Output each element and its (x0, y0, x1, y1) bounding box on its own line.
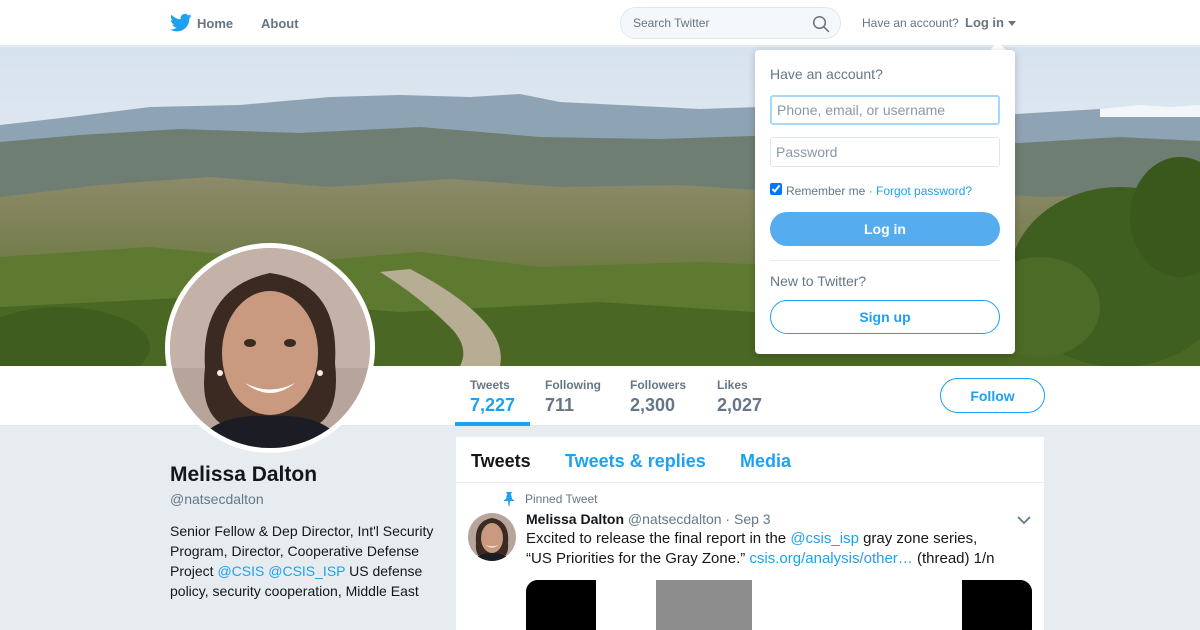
tweet-media-image (526, 580, 1032, 630)
tweet-avatar[interactable] (468, 513, 516, 561)
active-stat-underline (455, 422, 530, 426)
nav-home-link[interactable]: Home (197, 16, 233, 31)
tweet-text-part: (thread) 1/n (912, 550, 995, 567)
remember-me-label[interactable]: Remember me (786, 184, 865, 198)
tab-tweets[interactable]: Tweets (471, 451, 531, 472)
password-field[interactable] (770, 137, 1000, 167)
timeline-tabs: Tweets Tweets & replies Media (456, 437, 1044, 483)
avatar-photo (170, 248, 370, 448)
stat-label: Tweets (470, 378, 510, 392)
bio-mention-csis-isp[interactable]: @CSIS_ISP (268, 563, 345, 579)
signup-button[interactable]: Sign up (770, 300, 1000, 334)
stat-following[interactable]: Following 711 (545, 378, 601, 416)
stat-followers[interactable]: Followers 2,300 (630, 378, 686, 416)
stat-label: Followers (630, 378, 687, 392)
top-nav: Home About Have an account? Log in (0, 0, 1200, 46)
chevron-down-icon[interactable] (1017, 515, 1031, 525)
dropdown-arrow (990, 42, 1006, 50)
tweet-media[interactable] (526, 580, 1032, 630)
remember-me-checkbox[interactable] (770, 183, 782, 195)
nav-about-link[interactable]: About (261, 16, 299, 31)
caret-down-icon[interactable] (1008, 21, 1016, 26)
profile-name[interactable]: Melissa Dalton (170, 463, 317, 487)
timeline: Tweets Tweets & replies Media Pinned Twe… (456, 437, 1044, 630)
tweet-separator: · (725, 511, 731, 527)
stat-value: 7,227 (470, 395, 516, 415)
twitter-bird-icon[interactable] (170, 13, 192, 33)
stat-label: Likes (717, 378, 748, 392)
profile-handle[interactable]: @natsecdalton (170, 491, 264, 507)
dropdown-title: Have an account? (770, 66, 883, 82)
login-button[interactable]: Log in (770, 212, 1000, 246)
profile-bio: Senior Fellow & Dep Director, Int'l Secu… (170, 521, 440, 601)
tweet-link[interactable]: csis.org/analysis/other… (749, 550, 912, 567)
tab-media[interactable]: Media (740, 451, 791, 472)
tweet-text: Excited to release the final report in t… (526, 529, 1006, 569)
dropdown-divider (770, 260, 1000, 261)
search-icon[interactable] (812, 15, 830, 33)
search-input[interactable] (633, 16, 813, 30)
tweet-text-part: Excited to release the final report in t… (526, 530, 791, 547)
login-dropdown: Have an account? Remember me · Forgot pa… (755, 50, 1015, 354)
follow-button[interactable]: Follow (940, 378, 1045, 413)
new-to-twitter-text: New to Twitter? (770, 273, 867, 289)
stat-value: 2,300 (630, 395, 676, 415)
tab-tweets-replies[interactable]: Tweets & replies (565, 451, 706, 472)
remember-separator: · (865, 184, 877, 198)
tweet-author-name[interactable]: Melissa Dalton (526, 511, 624, 527)
tweet-mention[interactable]: @csis_isp (790, 530, 859, 547)
stat-likes[interactable]: Likes 2,027 (717, 378, 762, 416)
pin-icon (504, 492, 514, 506)
username-field[interactable] (770, 95, 1000, 125)
have-account-text: Have an account? (862, 16, 959, 30)
stat-value: 2,027 (717, 395, 763, 415)
pinned-tweet-label: Pinned Tweet (525, 492, 598, 506)
remember-me-row: Remember me · Forgot password? (786, 184, 972, 198)
stat-tweets[interactable]: Tweets 7,227 (470, 378, 515, 416)
tweet-header: Melissa Dalton @natsecdalton · Sep 3 (526, 511, 771, 527)
bio-mention-csis[interactable]: @CSIS (217, 563, 264, 579)
stat-value: 711 (545, 395, 575, 415)
tweet-author-handle[interactable]: @natsecdalton (628, 511, 722, 527)
login-link[interactable]: Log in (965, 15, 1004, 30)
tweet-avatar-photo (468, 513, 516, 561)
search-box[interactable] (620, 7, 841, 39)
stat-label: Following (545, 378, 601, 392)
tweet-date[interactable]: Sep 3 (734, 511, 771, 527)
profile-avatar[interactable] (165, 243, 375, 453)
forgot-password-link[interactable]: Forgot password? (876, 184, 972, 198)
